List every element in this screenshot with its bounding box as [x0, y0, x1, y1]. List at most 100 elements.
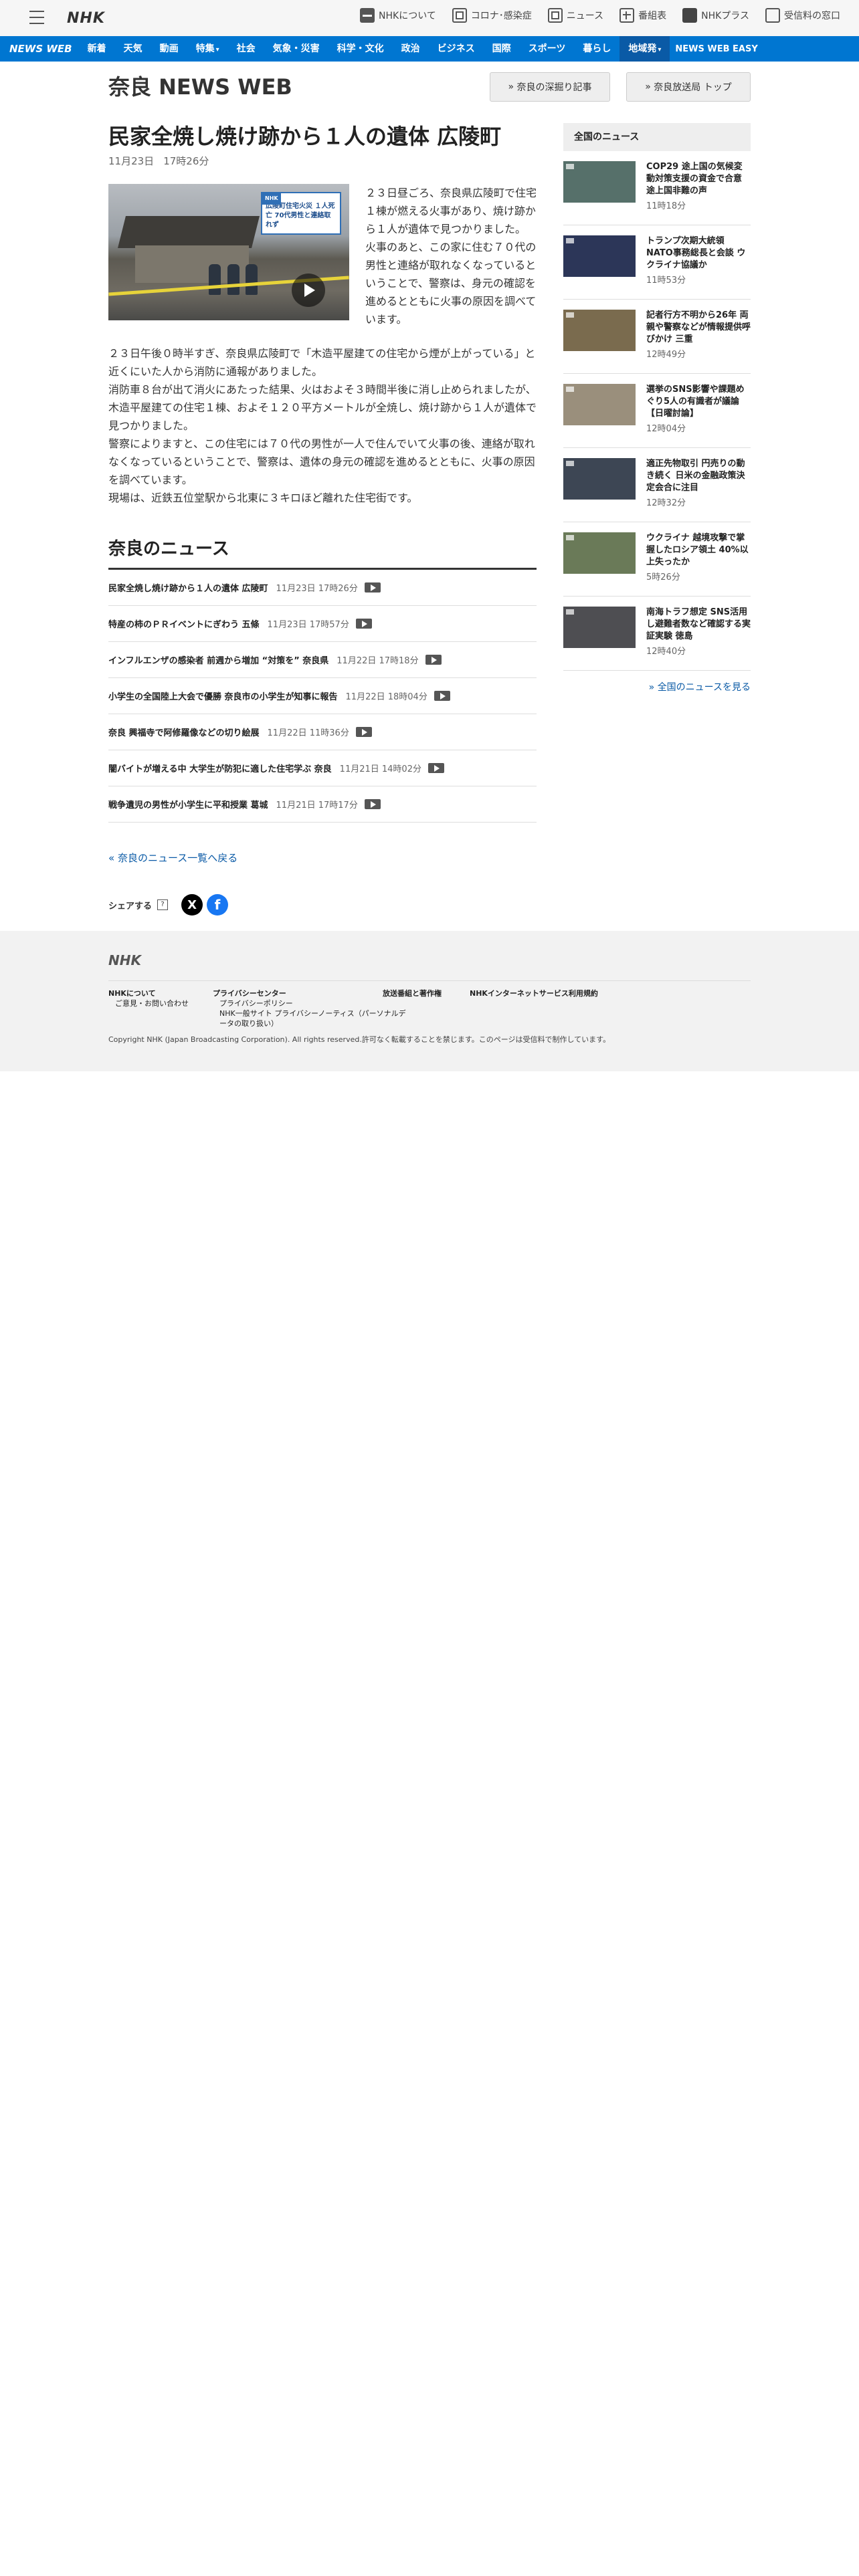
nav-item-politics[interactable]: 政治 — [393, 36, 429, 62]
news-date: 11月22日 18時04分 — [345, 692, 427, 702]
news-title: 民家全焼し焼け跡から１人の遺体 広陵町 — [108, 584, 268, 594]
link-fee-window[interactable]: 受信料の窓口 — [765, 8, 840, 23]
news-date: 11月21日 14時02分 — [339, 764, 421, 774]
sidebar-item-title: COP29 途上国の気候変動対策支援の資金で合意 途上国非難の声 — [646, 162, 743, 196]
news-web-logo[interactable]: NEWS WEB — [9, 43, 72, 55]
station-top-button[interactable]: 奈良放送局 トップ — [626, 72, 751, 102]
article-top: NHK 広陵町住宅火災 １人死亡 70代男性と連絡取れず ２３日昼ごろ、奈良県広… — [108, 184, 537, 328]
footer-col-copyright: 放送番組と著作権 — [383, 988, 442, 998]
article-lead: ２３日昼ごろ、奈良県広陵町で住宅１棟が燃える火事があり、焼け跡から１人が遺体で見… — [365, 187, 537, 326]
nav-item-weather[interactable]: 天気 — [115, 36, 151, 62]
news-date: 11月22日 11時36分 — [267, 728, 349, 738]
sidebar-item-time: 12時04分 — [646, 424, 686, 434]
more-national-news-link[interactable]: 全国のニュースを見る — [563, 680, 751, 693]
deep-dive-button[interactable]: 奈良の深掘り記事 — [490, 72, 610, 102]
sidebar-news-item[interactable]: 選挙のSNS影響や課題めぐり5人の有識者が議論【日曜討論】 12時04分 — [563, 374, 751, 448]
nav-item-business[interactable]: ビジネス — [429, 36, 484, 62]
local-news-heading: 奈良のニュース — [108, 535, 537, 570]
link-about-nhk[interactable]: NHKについて — [360, 8, 436, 23]
video-icon — [434, 691, 450, 701]
news-title: インフルエンザの感染者 前週から増加 “対策を” 奈良県 — [108, 656, 329, 666]
sidebar-news-item[interactable]: トランプ次期大統領 NATO事務総長と会談 ウクライナ協議か 11時53分 — [563, 225, 751, 300]
national-news-sidebar: 全国のニュース COP29 途上国の気候変動対策支援の資金で合意 途上国非難の声… — [563, 123, 751, 693]
article-date-day: 11月23日 — [108, 155, 155, 167]
footer-logo[interactable]: NHK — [108, 952, 141, 968]
article-main: 民家全焼し焼け跡から１人の遺体 広陵町 11月23日 17時26分 NHK 広陵町… — [108, 122, 537, 916]
menu-icon[interactable] — [29, 11, 44, 24]
news-web-easy-link[interactable]: NEWS WEB EASY — [675, 44, 757, 54]
sidebar-news-item[interactable]: 適正先物取引 円売りの動き続く 日米の金融政策決定会合に注目 12時32分 — [563, 448, 751, 522]
list-item[interactable]: 民家全焼し焼け跡から１人の遺体 広陵町 11月23日 17時26分 — [108, 570, 537, 606]
video-icon — [364, 582, 381, 593]
footer-link-terms[interactable]: NHKインターネットサービス利用規約 — [470, 988, 598, 998]
article-video-thumbnail[interactable]: NHK 広陵町住宅火災 １人死亡 70代男性と連絡取れず — [108, 184, 349, 320]
sidebar-news-item[interactable]: 南海トラフ想定 SNS活用し避難者数など確認する実証実験 徳島 12時40分 — [563, 597, 751, 671]
sidebar-item-text: ウクライナ 越境攻撃で掌握したロシア領土 40%以上失ったか 5時26分 — [646, 532, 751, 586]
sidebar-item-title: 南海トラフ想定 SNS活用し避難者数など確認する実証実験 徳島 — [646, 607, 751, 641]
sidebar-item-text: 選挙のSNS影響や課題めぐり5人の有識者が議論【日曜討論】 12時04分 — [646, 384, 751, 437]
video-icon — [355, 619, 372, 629]
x-share-icon[interactable]: X — [181, 894, 203, 916]
news-title: 小学生の全国陸上大会で優勝 奈良市の小学生が知事に報告 — [108, 692, 338, 702]
nav-item-video[interactable]: 動画 — [151, 36, 187, 62]
footer-link-contact[interactable]: ご意見・お問い合わせ — [108, 998, 189, 1008]
nav-item-sports[interactable]: スポーツ — [520, 36, 575, 62]
list-item[interactable]: 特産の柿のＰＲイベントにぎわう 五條 11月23日 17時57分 — [108, 606, 537, 642]
main-nav: NEWS WEB 新着 天気 動画 特集 社会 気象・災害 科学・文化 政治 ビ… — [0, 36, 859, 62]
share-help-icon[interactable]: ? — [157, 899, 169, 910]
sidebar-item-time: 12時40分 — [646, 647, 686, 657]
nav-item-international[interactable]: 国際 — [484, 36, 520, 62]
sidebar-item-time: 12時49分 — [646, 350, 686, 360]
image-tag: NHK — [262, 193, 281, 205]
nav-item-feature[interactable]: 特集 — [187, 36, 228, 62]
footer-link-about[interactable]: NHKについて — [108, 988, 189, 998]
news-thumbnail — [563, 532, 636, 574]
nav-item-regional[interactable]: 地域発 — [619, 36, 670, 62]
share-label: シェアする — [108, 901, 153, 911]
link-label: NHKプラス — [701, 11, 749, 21]
link-corona[interactable]: コロナ･感染症 — [452, 8, 532, 23]
video-icon — [364, 799, 381, 809]
link-nhk-plus[interactable]: NHKプラス — [682, 8, 749, 23]
back-to-list-link[interactable]: 奈良のニュース一覧へ戻る — [108, 851, 537, 865]
nav-item-science[interactable]: 科学・文化 — [328, 36, 393, 62]
list-item[interactable]: 闇バイトが増える中 大学生が防犯に適した住宅学ぶ 奈良 11月21日 14時02分 — [108, 750, 537, 786]
sidebar-news-item[interactable]: COP29 途上国の気候変動対策支援の資金で合意 途上国非難の声 11時18分 — [563, 151, 751, 225]
footer: NHK NHKについて ご意見・お問い合わせ プライバシーセンター プライバシー… — [0, 931, 859, 1071]
list-item[interactable]: 奈良 興福寺で阿修羅像などの切り絵展 11月22日 11時36分 — [108, 714, 537, 750]
sidebar-news-item[interactable]: ウクライナ 越境攻撃で掌握したロシア領土 40%以上失ったか 5時26分 — [563, 522, 751, 597]
footer-col-terms: NHKインターネットサービス利用規約 — [470, 988, 598, 998]
sidebar-list: COP29 途上国の気候変動対策支援の資金で合意 途上国非難の声 11時18分 トラ… — [563, 151, 751, 671]
link-news[interactable]: ニュース — [547, 8, 603, 23]
footer-link-copyright[interactable]: 放送番組と著作権 — [383, 988, 442, 998]
sidebar-news-item[interactable]: 記者行方不明から26年 両親や警察などが情報提供呼びかけ 三重 12時49分 — [563, 300, 751, 374]
nav-item-new[interactable]: 新着 — [79, 36, 115, 62]
article-date-time: 17時26分 — [163, 155, 209, 167]
program-guide-icon — [619, 8, 635, 23]
nhk-logo[interactable]: NHK — [67, 10, 105, 27]
sidebar-item-title: 選挙のSNS影響や課題めぐり5人の有識者が議論【日曜討論】 — [646, 385, 745, 419]
play-icon[interactable] — [292, 274, 325, 307]
sidebar-item-text: 記者行方不明から26年 両親や警察などが情報提供呼びかけ 三重 12時49分 — [646, 310, 751, 363]
nav-item-society[interactable]: 社会 — [228, 36, 264, 62]
article-paragraph: 消防車８台が出て消火にあたった結果、火はおよそ３時間半後に消し止められましたが、… — [108, 383, 537, 432]
list-item[interactable]: 小学生の全国陸上大会で優勝 奈良市の小学生が知事に報告 11月22日 18時04分 — [108, 678, 537, 714]
news-thumbnail — [563, 161, 636, 203]
facebook-share-icon[interactable]: f — [207, 894, 229, 916]
list-item[interactable]: インフルエンザの感染者 前週から増加 “対策を” 奈良県 11月22日 17時18… — [108, 642, 537, 678]
image-caption: NHK 広陵町住宅火災 １人死亡 70代男性と連絡取れず — [261, 192, 341, 235]
news-thumbnail — [563, 607, 636, 648]
list-item[interactable]: 戦争遺児の男性が小学生に平和授業 葛城 11月21日 17時17分 — [108, 786, 537, 823]
article-date: 11月23日 17時26分 — [108, 154, 537, 168]
nav-item-disaster[interactable]: 気象・災害 — [264, 36, 328, 62]
link-program-guide[interactable]: 番組表 — [619, 8, 666, 23]
footer-col-about: NHKについて ご意見・お問い合わせ — [108, 988, 189, 1008]
footer-link-privacy-policy[interactable]: プライバシーポリシー — [213, 998, 413, 1008]
sidebar-heading: 全国のニュース — [563, 123, 751, 151]
nav-item-life[interactable]: 暮らし — [574, 36, 619, 62]
footer-divider — [108, 980, 751, 981]
footer-link-privacy-notice[interactable]: NHK一般サイト プライバシーノーティス（パーソナルデータの取り扱い） — [213, 1008, 407, 1029]
top-header: NHK NHKについて コロナ･感染症 ニュース 番組表 NHKプラス 受信料の… — [0, 0, 859, 36]
sidebar-item-title: トランプ次期大統領 NATO事務総長と会談 ウクライナ協議か — [646, 236, 746, 270]
news-thumbnail — [563, 310, 636, 351]
